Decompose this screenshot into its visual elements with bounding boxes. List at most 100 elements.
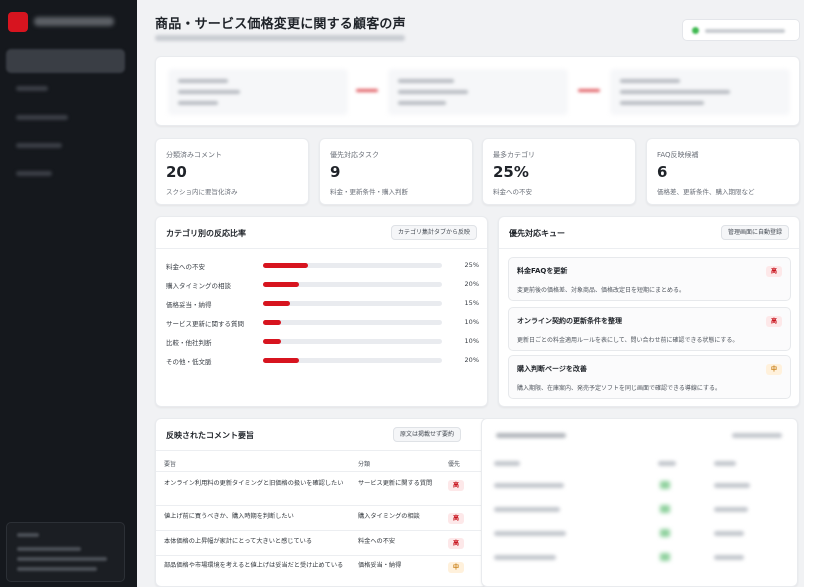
category-bar-fill bbox=[263, 263, 308, 268]
queue-item-title: 料金FAQを更新 bbox=[517, 267, 568, 275]
table-row[interactable]: 部品価格や市場環境を考えると値上げは妥当だと受け止めている 価格妥当・納得 中 bbox=[156, 557, 489, 587]
category-percent: 20% bbox=[464, 280, 479, 288]
column-header-category: 分類 bbox=[358, 461, 371, 468]
queue-item-desc: 購入期限、在庫案内、発売予定ソフトを同じ画面で確認できる導線にする。 bbox=[517, 385, 721, 392]
queue-item-desc: 変更前後の価格差、対象商品、価格改定日を短期にまとめる。 bbox=[517, 287, 686, 294]
category-bar-track bbox=[263, 263, 442, 268]
sidebar-footer bbox=[6, 522, 125, 582]
page-subtitle bbox=[155, 35, 405, 41]
row-category: 価格妥当・納得 bbox=[358, 562, 402, 569]
category-percent: 25% bbox=[464, 261, 479, 269]
sidebar-item[interactable] bbox=[16, 143, 62, 148]
row-category: 購入タイミングの相談 bbox=[358, 513, 420, 520]
column-header-priority: 優先 bbox=[448, 461, 461, 468]
category-sync-button[interactable]: カテゴリ集計タブから反映 bbox=[390, 225, 477, 240]
queue-item-title: オンライン契約の更新条件を整理 bbox=[517, 317, 622, 325]
category-percent: 10% bbox=[464, 337, 479, 345]
panel-title: カテゴリ別の反応比率 bbox=[166, 229, 246, 238]
comment-summary-panel: 反映されたコメント要旨 原文は掲載せず要約 要旨 分類 優先 オンライン利用料の… bbox=[155, 418, 488, 587]
category-bar-fill bbox=[263, 301, 290, 306]
row-category: 料金への不安 bbox=[358, 538, 396, 545]
category-bar-track bbox=[263, 320, 442, 325]
kpi-card: 分類済みコメント 20 スクショ内に要旨化済み bbox=[155, 138, 309, 205]
app-logo-icon[interactable] bbox=[8, 12, 28, 32]
kpi-value: 20 bbox=[166, 163, 187, 181]
column-header-summary: 要旨 bbox=[164, 461, 177, 468]
row-summary: 値上げ前に買うべきか、購入時期を判断したい bbox=[164, 513, 294, 520]
category-row: サービス更新に関する質問 10% bbox=[156, 317, 489, 329]
kpi-note: スクショ内に要旨化済み bbox=[166, 188, 238, 196]
kpi-label: 優先対応タスク bbox=[330, 151, 379, 159]
category-row: 料金への不安 25% bbox=[156, 260, 489, 272]
category-percent: 20% bbox=[464, 356, 479, 364]
page-title: 商品・サービス価格変更に関する顧客の声 bbox=[155, 17, 406, 32]
queue-item[interactable]: 料金FAQを更新 高 変更前後の価格差、対象商品、価格改定日を短期にまとめる。 bbox=[508, 257, 791, 301]
status-indicator[interactable] bbox=[682, 19, 800, 41]
category-row: その他・低文脈 20% bbox=[156, 355, 489, 367]
summary-only-button[interactable]: 原文は掲載せず要約 bbox=[392, 427, 461, 442]
category-bar-track bbox=[263, 282, 442, 287]
sidebar-item[interactable] bbox=[16, 171, 52, 176]
queue-item[interactable]: 購入判断ページを改善 中 購入期限、在庫案内、発売予定ソフトを同じ画面で確認でき… bbox=[508, 355, 791, 399]
sidebar-item[interactable] bbox=[16, 115, 68, 120]
category-bar-track bbox=[263, 358, 442, 363]
priority-badge: 高 bbox=[448, 480, 464, 491]
category-name: サービス更新に関する質問 bbox=[166, 320, 244, 328]
arrow-right-icon bbox=[356, 89, 378, 92]
category-bar-fill bbox=[263, 282, 299, 287]
kpi-card: FAQ反映候補 6 価格差、更新条件、購入期限など bbox=[646, 138, 800, 205]
row-summary: 本体価格の上昇幅が家計にとって大きいと感じている bbox=[164, 538, 313, 545]
kpi-note: 価格差、更新条件、購入期限など bbox=[657, 188, 755, 196]
kpi-label: FAQ反映候補 bbox=[657, 151, 699, 159]
category-percent: 10% bbox=[464, 318, 479, 326]
category-row: 比較・他社判断 10% bbox=[156, 336, 489, 348]
sidebar bbox=[0, 0, 137, 587]
category-ratio-panel: カテゴリ別の反応比率 カテゴリ集計タブから反映 料金への不安 25% 購入タイミング… bbox=[155, 216, 488, 407]
category-name: 購入タイミングの相談 bbox=[166, 282, 231, 290]
category-name: その他・低文脈 bbox=[166, 358, 212, 366]
category-bar-fill bbox=[263, 358, 299, 363]
table-row[interactable]: 値上げ前に買うべきか、購入時期を判断したい 購入タイミングの相談 高 bbox=[156, 508, 489, 530]
blurred-status-table bbox=[481, 418, 798, 587]
priority-badge: 中 bbox=[448, 562, 464, 573]
process-flow-card bbox=[155, 56, 800, 126]
kpi-value: 25% bbox=[493, 163, 529, 181]
auto-register-button[interactable]: 管理画面に自動登録 bbox=[720, 225, 789, 240]
app-name bbox=[34, 17, 114, 26]
table-row[interactable]: オンライン利用料の更新タイミングと旧価格の扱いを確認したい サービス更新に関する… bbox=[156, 475, 489, 505]
kpi-card: 優先対応タスク 9 料金・更新条件・購入判断 bbox=[319, 138, 473, 205]
category-name: 料金への不安 bbox=[166, 263, 205, 271]
table-row[interactable]: 本体価格の上昇幅が家計にとって大きいと感じている 料金への不安 高 bbox=[156, 533, 489, 555]
category-percent: 15% bbox=[464, 299, 479, 307]
category-bar-track bbox=[263, 339, 442, 344]
category-bar-track bbox=[263, 301, 442, 306]
category-bar-fill bbox=[263, 320, 281, 325]
priority-queue-panel: 優先対応キュー 管理画面に自動登録 料金FAQを更新 高 変更前後の価格差、対象… bbox=[498, 216, 800, 407]
queue-item-desc: 更新日ごとの料金適用ルールを表にして、問い合わせ前に確認できる状態にする。 bbox=[517, 337, 739, 344]
page-gutter bbox=[804, 0, 824, 587]
priority-badge: 高 bbox=[448, 513, 464, 524]
kpi-label: 分類済みコメント bbox=[166, 151, 222, 159]
kpi-value: 6 bbox=[657, 163, 668, 181]
arrow-right-icon bbox=[578, 89, 600, 92]
queue-item-title: 購入判断ページを改善 bbox=[517, 365, 587, 373]
category-name: 比較・他社判断 bbox=[166, 339, 212, 347]
priority-badge: 中 bbox=[766, 364, 782, 375]
sidebar-item[interactable] bbox=[16, 86, 48, 91]
category-bar-fill bbox=[263, 339, 281, 344]
queue-item[interactable]: オンライン契約の更新条件を整理 高 更新日ごとの料金適用ルールを表にして、問い合… bbox=[508, 307, 791, 351]
status-dot-icon bbox=[692, 27, 699, 34]
category-row: 購入タイミングの相談 20% bbox=[156, 279, 489, 291]
kpi-note: 料金への不安 bbox=[493, 188, 532, 196]
sidebar-item-active[interactable] bbox=[6, 49, 125, 73]
row-category: サービス更新に関する質問 bbox=[358, 480, 433, 487]
row-summary: 部品価格や市場環境を考えると値上げは妥当だと受け止めている bbox=[164, 562, 344, 569]
kpi-label: 最多カテゴリ bbox=[493, 151, 535, 159]
kpi-note: 料金・更新条件・購入判断 bbox=[330, 188, 408, 196]
priority-badge: 高 bbox=[766, 316, 782, 327]
panel-title: 優先対応キュー bbox=[509, 229, 565, 238]
row-summary: オンライン利用料の更新タイミングと旧価格の扱いを確認したい bbox=[164, 480, 344, 487]
kpi-value: 9 bbox=[330, 163, 341, 181]
kpi-card: 最多カテゴリ 25% 料金への不安 bbox=[482, 138, 636, 205]
priority-badge: 高 bbox=[448, 538, 464, 549]
